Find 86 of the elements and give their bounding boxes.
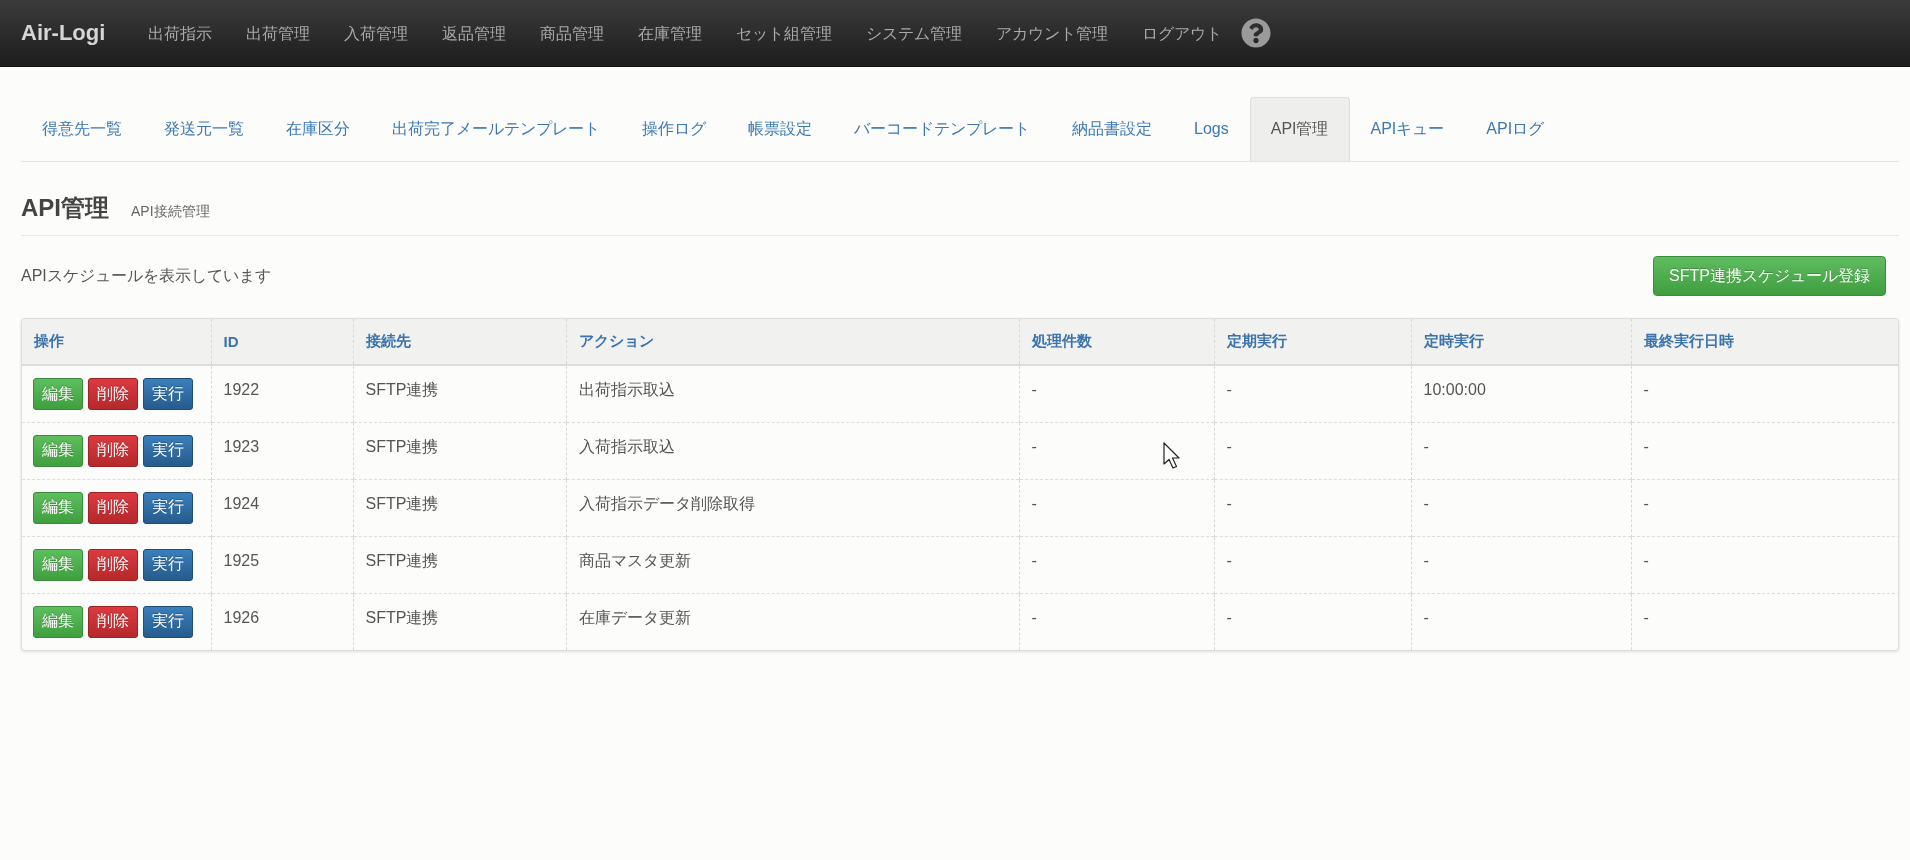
table-cell: - [1631,422,1898,479]
delete-button[interactable]: 削除 [88,378,138,410]
run-button[interactable]: 実行 [143,491,193,524]
table-cell: 10:00:00 [1411,365,1631,422]
tab[interactable]: 納品書設定 [1051,97,1173,161]
table-cell: 商品マスタ更新 [566,536,1019,593]
table-cell: SFTP連携 [353,422,566,479]
table-cell: - [1214,422,1411,479]
nav-link[interactable]: アカウント管理 [979,0,1126,67]
page-title: API管理 [21,193,109,223]
mouse-pointer-icon [1163,442,1181,469]
table-cell: 1925 [211,536,353,593]
help-icon[interactable] [1241,18,1272,48]
table-cell: 出荷指示取込 [566,365,1019,422]
edit-button[interactable]: 編集 [33,548,83,581]
tab[interactable]: 帳票設定 [727,97,833,161]
table-cell: - [1411,593,1631,650]
nav-link[interactable]: 商品管理 [523,0,622,67]
column-header[interactable]: ID [211,319,353,365]
column-header[interactable]: 処理件数 [1019,319,1214,365]
column-header[interactable]: 接続先 [353,319,566,365]
table-cell: 1923 [211,422,353,479]
delete-button[interactable]: 削除 [88,548,138,581]
nav-link[interactable]: システム管理 [849,0,980,67]
tab[interactable]: 得意先一覧 [21,97,143,161]
table-cell: - [1214,479,1411,536]
nav-link[interactable]: ログアウト [1125,0,1240,67]
add-schedule-button[interactable]: SFTP連携スケジュール登録 [1653,256,1886,296]
edit-button[interactable]: 編集 [33,491,83,524]
nav-link[interactable]: 入荷管理 [327,0,426,67]
nav-link[interactable]: 出荷管理 [229,0,328,67]
table-cell: 1926 [211,593,353,650]
column-header[interactable]: 定期実行 [1214,319,1411,365]
table-cell: - [1019,536,1214,593]
table-cell: SFTP連携 [353,365,566,422]
table-cell: SFTP連携 [353,593,566,650]
table-cell: - [1019,593,1214,650]
table-cell: - [1631,479,1898,536]
tab[interactable]: バーコードテンプレート [833,97,1051,161]
run-button[interactable]: 実行 [143,434,193,467]
tab[interactable]: 発送元一覧 [143,97,265,161]
table-cell: 1922 [211,365,353,422]
column-header[interactable]: 操作 [22,319,211,365]
run-button[interactable]: 実行 [143,378,193,410]
edit-button[interactable]: 編集 [33,434,83,467]
table-cell: - [1214,365,1411,422]
table-cell: - [1214,536,1411,593]
table-cell: - [1631,593,1898,650]
table-cell: SFTP連携 [353,479,566,536]
table-cell: 1924 [211,479,353,536]
nav-link[interactable]: 返品管理 [425,0,524,67]
tab[interactable]: 操作ログ [621,97,727,161]
delete-button[interactable]: 削除 [88,605,138,638]
tab[interactable]: APIキュー [1349,97,1466,161]
delete-button[interactable]: 削除 [88,434,138,467]
column-header[interactable]: 最終実行日時 [1631,319,1898,365]
table-cell: SFTP連携 [353,536,566,593]
tab[interactable]: 在庫区分 [265,97,371,161]
tab[interactable]: Logs [1173,97,1250,161]
table-cell: - [1411,479,1631,536]
table-cell: - [1411,536,1631,593]
table-cell: - [1631,365,1898,422]
run-button[interactable]: 実行 [143,548,193,581]
table-cell: - [1631,536,1898,593]
brand-name[interactable]: Air-Logi [21,20,106,46]
nav-link[interactable]: 在庫管理 [621,0,720,67]
nav-link[interactable]: セット組管理 [719,0,850,67]
tab[interactable]: 出荷完了メールテンプレート [371,97,621,161]
column-header[interactable]: 定時実行 [1411,319,1631,365]
table-cell: - [1019,479,1214,536]
edit-button[interactable]: 編集 [33,378,83,410]
table-cell: - [1411,422,1631,479]
page-subtitle: API接続管理 [131,203,210,221]
table-cell: 入荷指示データ削除取得 [566,479,1019,536]
table-cell: - [1019,365,1214,422]
delete-button[interactable]: 削除 [88,491,138,524]
run-button[interactable]: 実行 [143,605,193,638]
column-header[interactable]: アクション [566,319,1019,365]
table-cell: 在庫データ更新 [566,593,1019,650]
tab[interactable]: APIログ [1465,97,1566,161]
tab[interactable]: API管理 [1249,97,1350,161]
table-cell: 入荷指示取込 [566,422,1019,479]
status-message: APIスケジュールを表示しています [21,265,271,286]
table-cell: - [1214,593,1411,650]
nav-link[interactable]: 出荷指示 [131,0,230,67]
edit-button[interactable]: 編集 [33,605,83,638]
